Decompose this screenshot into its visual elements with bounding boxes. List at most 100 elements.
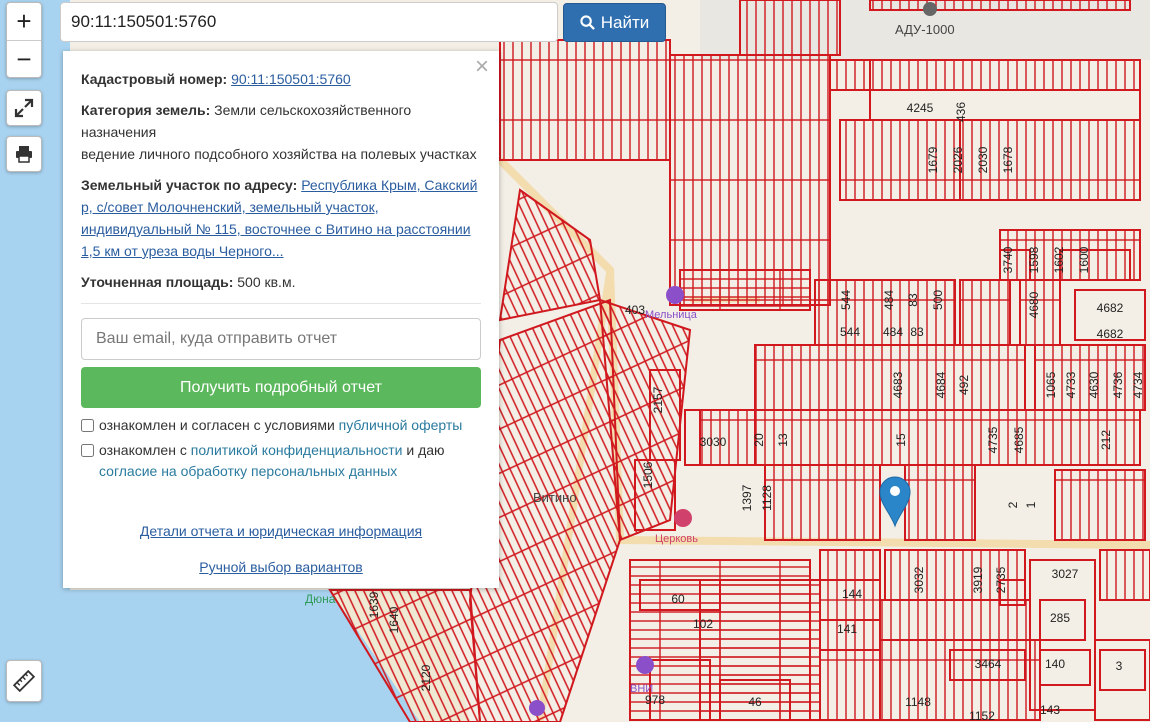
close-icon[interactable]: ×	[475, 55, 489, 79]
parcel-number-label: 1640	[387, 606, 401, 633]
parcel-number-label: 13	[776, 433, 790, 447]
data-processing-consent-link[interactable]: согласие на обработку персональных данны…	[99, 463, 397, 479]
parcel-number-label: 60	[671, 592, 685, 606]
cadastral-row: Кадастровый номер: 90:11:150501:5760	[81, 68, 481, 90]
parcel-number-label: 3032	[912, 566, 926, 593]
parcel-number-label: 544	[840, 325, 860, 339]
print-button[interactable]	[6, 136, 42, 172]
address-row: Земельный участок по адресу: Республика …	[81, 174, 481, 262]
parcel-number-label: 2026	[951, 146, 965, 173]
parcel-number-label: 3464	[975, 657, 1002, 671]
parcel-number-label: 83	[910, 325, 924, 339]
parcel-number-label: 141	[837, 622, 857, 636]
parcel-number-label: 20	[752, 433, 766, 447]
parcel-number-label: 500	[931, 290, 945, 310]
place-label: Витино	[533, 490, 577, 505]
parcel-info-panel: × Кадастровый номер: 90:11:150501:5760 К…	[63, 51, 499, 588]
search-icon	[580, 15, 595, 30]
parcel-number-label: 212	[1099, 430, 1113, 450]
manual-selection-row: Ручной выбор вариантов	[81, 556, 481, 578]
parcel-number-label: 484	[883, 325, 903, 339]
parcel-number-label: 4735	[986, 426, 1000, 453]
parcel-number-label: 1065	[1044, 371, 1058, 398]
parcel-number-label: 1678	[1001, 146, 1015, 173]
parcel-number-label: 1148	[905, 695, 931, 709]
parcel-number-label: 2120	[419, 664, 433, 691]
svg-text:Мельница: Мельница	[645, 309, 698, 321]
parcel-number-label: 484	[882, 290, 896, 310]
parcel-number-label: 285	[1050, 611, 1070, 625]
public-offer-link[interactable]: публичной оферты	[339, 417, 463, 433]
category-label: Категория земель:	[81, 102, 211, 118]
offer-checkbox[interactable]	[81, 419, 94, 432]
get-report-button[interactable]: Получить подробный отчет	[81, 367, 481, 408]
parcel-number-label: 1600	[1077, 246, 1091, 273]
parcel-number-label: 544	[839, 290, 853, 310]
poi-icon-landmark[interactable]	[923, 2, 937, 16]
offer-agreement-row: ознакомлен и согласен с условиями публич…	[81, 415, 481, 436]
parcel-number-label: 143	[1040, 703, 1060, 717]
parcel-number-label: 1152	[969, 709, 995, 722]
printer-icon	[16, 146, 32, 163]
svg-text:ВНИ: ВНИ	[630, 683, 653, 695]
parcel-number-label: 1598	[1027, 246, 1041, 273]
parcel-number-label: 4682	[1097, 327, 1124, 341]
parcel-number-label: 46	[748, 695, 762, 709]
parcel-number-label: 3740	[1001, 246, 1015, 273]
divider	[81, 303, 481, 304]
parcel-number-label: 2735	[994, 566, 1008, 593]
manual-selection-link[interactable]: Ручной выбор вариантов	[199, 559, 363, 575]
parcel-number-label: 1506	[641, 461, 655, 488]
offer-text-prefix: ознакомлен и согласен с условиями	[99, 417, 339, 433]
search-button-label: Найти	[600, 12, 650, 32]
place-label: АДУ-1000	[895, 22, 955, 37]
privacy-policy-link[interactable]: политикой конфиденциальности	[191, 442, 403, 458]
parcel-number-label: 4733	[1064, 371, 1078, 398]
cadastral-number-link[interactable]: 90:11:150501:5760	[231, 71, 351, 87]
parcel-number-label: 4736	[1111, 371, 1125, 398]
parcel-number-label: 1602	[1052, 246, 1066, 273]
parcel-number-label: 144	[842, 587, 862, 601]
email-field[interactable]	[81, 318, 481, 360]
parcel-number-label: 1679	[926, 146, 940, 173]
fullscreen-button[interactable]	[6, 90, 42, 126]
search-button[interactable]: Найти	[563, 3, 666, 42]
area-value: 500 кв.м.	[237, 274, 296, 290]
parcel-number-label: 102	[693, 617, 713, 631]
zoom-in-button[interactable]: +	[7, 3, 41, 40]
parcel-number-label: 140	[1045, 657, 1065, 671]
usage-value: ведение личного подсобного хозяйства на …	[81, 146, 477, 162]
report-details-link[interactable]: Детали отчета и юридическая информация	[140, 523, 422, 539]
parcel-number-label: 3030	[700, 435, 727, 449]
zoom-control: + −	[6, 2, 42, 78]
parcel-number-label: 2157	[651, 386, 665, 413]
parcel-number-label: 436	[954, 102, 968, 122]
parcel-number-label: 4734	[1131, 371, 1145, 398]
parcel-number-label: 2	[1006, 501, 1020, 508]
parcel-number-label: 1128	[760, 485, 774, 511]
privacy-text-prefix: ознакомлен с	[99, 442, 191, 458]
search-input[interactable]	[61, 3, 557, 41]
parcel-number-label: 3919	[971, 566, 985, 593]
cadastral-label: Кадастровый номер:	[81, 71, 228, 87]
zoom-out-button[interactable]: −	[7, 40, 41, 78]
parcel-number-label: 3	[1116, 659, 1123, 673]
privacy-checkbox[interactable]	[81, 444, 94, 457]
privacy-text-mid: и даю	[402, 442, 445, 458]
measure-button[interactable]	[6, 660, 42, 702]
area-row: Уточненная площадь: 500 кв.м.	[81, 271, 481, 293]
parcel-number-label: 4683	[891, 371, 905, 398]
parcel-number-label: 4685	[1012, 426, 1026, 453]
parcel-number-label: 4682	[1097, 301, 1124, 315]
parcel-number-label: 3027	[1052, 567, 1079, 581]
place-label: Дюна	[305, 592, 336, 606]
expand-icon	[14, 98, 34, 118]
area-label: Уточненная площадь:	[81, 274, 234, 290]
parcel-number-label: 4680	[1027, 291, 1041, 318]
privacy-agreement-row: ознакомлен с политикой конфиденциальност…	[81, 440, 481, 482]
parcel-number-label: 1639	[367, 591, 381, 618]
category-row: Категория земель: Земли сельскохозяйстве…	[81, 99, 481, 143]
poi-icon-bus	[529, 700, 545, 716]
parcel-number-label: 1397	[740, 484, 754, 511]
address-label: Земельный участок по адресу:	[81, 177, 298, 193]
